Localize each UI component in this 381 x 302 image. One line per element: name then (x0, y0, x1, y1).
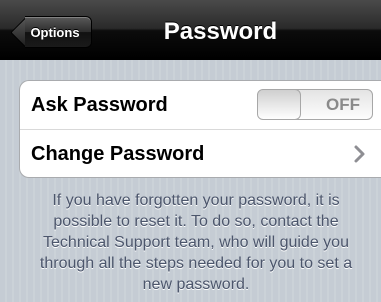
options-back-button[interactable]: Options (10, 16, 92, 49)
back-button-label: Options (30, 24, 80, 40)
change-password-row[interactable]: Change Password (20, 130, 381, 178)
toggle-knob (258, 90, 301, 119)
page-title: Password (163, 18, 278, 45)
password-reset-help-text: If you have forgotten your password, it … (39, 192, 353, 293)
ask-password-label: Ask Password (31, 93, 168, 116)
ask-password-row: Ask Password OFF (20, 81, 381, 130)
chevron-right-icon (354, 145, 365, 163)
password-settings-group: Ask Password OFF Change Password (19, 80, 381, 178)
toggle-state-text: OFF (326, 94, 360, 114)
navigation-bar: Options Password (0, 0, 381, 60)
change-password-label: Change Password (31, 142, 205, 165)
ask-password-toggle[interactable]: OFF (257, 89, 373, 120)
